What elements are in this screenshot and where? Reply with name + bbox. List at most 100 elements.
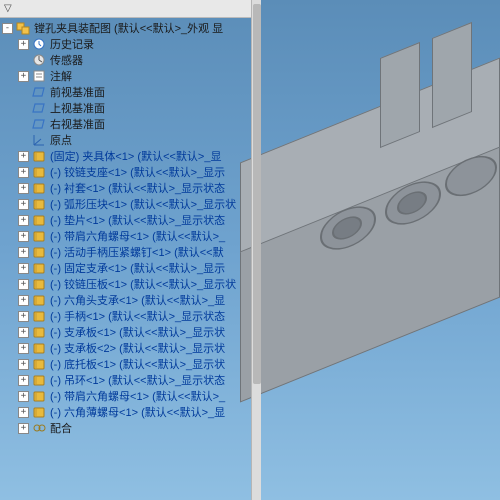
node-label: 配合 [50, 420, 72, 436]
node-label: 注解 [50, 68, 72, 84]
expander-icon[interactable]: + [18, 407, 29, 418]
part-icon [32, 181, 47, 195]
expander-icon[interactable]: + [18, 343, 29, 354]
part-icon [32, 245, 47, 259]
note-icon [32, 69, 47, 83]
part-item-11[interactable]: + (-) 支承板<1> (默认<<默认>_显示状 [0, 324, 255, 340]
sys-item-6[interactable]: 原点 [0, 132, 255, 148]
part-item-12[interactable]: + (-) 支承板<2> (默认<<默认>_显示状 [0, 340, 255, 356]
part-icon [32, 405, 47, 419]
mates-icon [32, 421, 47, 435]
mates-folder[interactable]: + 配合 [0, 420, 255, 436]
feature-tree[interactable]: ▽ -镗孔夹具装配图 (默认<<默认>_外观 显 + 历史记录传感器 + 注解前视基准面… [0, 0, 255, 500]
part-item-4[interactable]: + (-) 垫片<1> (默认<<默认>_显示状态 [0, 212, 255, 228]
part-icon [32, 373, 47, 387]
asm-icon [16, 21, 31, 35]
expander-icon[interactable]: + [18, 375, 29, 386]
part-icon [32, 357, 47, 371]
tree-filter-bar[interactable]: ▽ [0, 0, 255, 18]
expander-icon[interactable]: - [2, 23, 13, 34]
part-item-5[interactable]: + (-) 带肩六角螺母<1> (默认<<默认>_ [0, 228, 255, 244]
node-label: 右视基准面 [50, 116, 105, 132]
node-label: (固定) 夹具体<1> (默认<<默认>_显 [50, 148, 221, 164]
root-assembly[interactable]: -镗孔夹具装配图 (默认<<默认>_外观 显 [0, 20, 255, 36]
node-label: 原点 [50, 132, 72, 148]
part-icon [32, 293, 47, 307]
node-label: (-) 铰链支座<1> (默认<<默认>_显示 [50, 164, 225, 180]
part-item-14[interactable]: + (-) 吊环<1> (默认<<默认>_显示状态 [0, 372, 255, 388]
part-item-0[interactable]: + (固定) 夹具体<1> (默认<<默认>_显 [0, 148, 255, 164]
origin-icon [32, 133, 47, 147]
expander-icon[interactable]: + [18, 39, 29, 50]
expander-icon[interactable]: + [18, 199, 29, 210]
part-item-16[interactable]: +(-) 六角薄螺母<1> (默认<<默认>_显 [0, 404, 255, 420]
expander-icon[interactable]: + [18, 231, 29, 242]
tree-scrollbar[interactable] [251, 0, 261, 500]
part-icon [32, 213, 47, 227]
expander-icon[interactable]: + [18, 151, 29, 162]
node-label: (-) 支承板<2> (默认<<默认>_显示状 [50, 340, 225, 356]
part-item-1[interactable]: + (-) 铰链支座<1> (默认<<默认>_显示 [0, 164, 255, 180]
node-label: (-) 手柄<1> (默认<<默认>_显示状态 [50, 308, 225, 324]
part-item-10[interactable]: + (-) 手柄<1> (默认<<默认>_显示状态 [0, 308, 255, 324]
node-label: (-) 固定支承<1> (默认<<默认>_显示 [50, 260, 225, 276]
part-item-7[interactable]: + (-) 固定支承<1> (默认<<默认>_显示 [0, 260, 255, 276]
part-item-15[interactable]: + (-) 带肩六角螺母<1> (默认<<默认>_ [0, 388, 255, 404]
part-item-8[interactable]: + (-) 铰链压板<1> (默认<<默认>_显示状 [0, 276, 255, 292]
part-icon [32, 261, 47, 275]
node-label: (-) 弧形压块<1> (默认<<默认>_显示状 [50, 196, 236, 212]
expander-icon[interactable]: + [18, 263, 29, 274]
part-item-13[interactable]: + (-) 底托板<1> (默认<<默认>_显示状 [0, 356, 255, 372]
part-icon [32, 389, 47, 403]
part-icon [32, 325, 47, 339]
scroll-thumb[interactable] [253, 4, 261, 384]
node-label: (-) 衬套<1> (默认<<默认>_显示状态 [50, 180, 225, 196]
sys-item-2[interactable]: + 注解 [0, 68, 255, 84]
part-item-6[interactable]: + (-) 活动手柄压紧螺钉<1> (默认<<默 [0, 244, 255, 260]
expander-icon[interactable]: + [18, 247, 29, 258]
node-label: 上视基准面 [50, 100, 105, 116]
sys-item-4[interactable]: 上视基准面 [0, 100, 255, 116]
expander-icon[interactable]: + [18, 311, 29, 322]
part-icon [32, 229, 47, 243]
expander-icon[interactable]: + [18, 327, 29, 338]
expander-icon[interactable]: + [18, 183, 29, 194]
part-item-3[interactable]: + (-) 弧形压块<1> (默认<<默认>_显示状 [0, 196, 255, 212]
node-label: (-) 带肩六角螺母<1> (默认<<默认>_ [50, 228, 225, 244]
node-label: 历史记录 [50, 36, 94, 52]
part-icon [32, 165, 47, 179]
node-label: (-) 吊环<1> (默认<<默认>_显示状态 [50, 372, 225, 388]
plane-icon [32, 85, 47, 99]
expander-icon[interactable]: + [18, 279, 29, 290]
node-label: (-) 支承板<1> (默认<<默认>_显示状 [50, 324, 225, 340]
expander-icon[interactable]: + [18, 295, 29, 306]
node-label: (-) 活动手柄压紧螺钉<1> (默认<<默 [50, 244, 224, 260]
sys-item-0[interactable]: + 历史记录 [0, 36, 255, 52]
expander-icon[interactable]: + [18, 167, 29, 178]
node-label: (-) 带肩六角螺母<1> (默认<<默认>_ [50, 388, 225, 404]
expander-icon[interactable]: + [18, 359, 29, 370]
expander-icon[interactable]: + [18, 423, 29, 434]
expander-icon[interactable]: + [18, 215, 29, 226]
node-label: 传感器 [50, 52, 83, 68]
sys-item-1[interactable]: 传感器 [0, 52, 255, 68]
expander-icon[interactable]: + [18, 391, 29, 402]
part-item-2[interactable]: + (-) 衬套<1> (默认<<默认>_显示状态 [0, 180, 255, 196]
plane-icon [32, 101, 47, 115]
part-icon [32, 341, 47, 355]
filter-icon: ▽ [4, 3, 12, 14]
node-label: 前视基准面 [50, 84, 105, 100]
expander-icon[interactable]: + [18, 71, 29, 82]
part-icon [32, 309, 47, 323]
sys-item-5[interactable]: 右视基准面 [0, 116, 255, 132]
node-label: (-) 底托板<1> (默认<<默认>_显示状 [50, 356, 225, 372]
node-label: (-) 六角头支承<1> (默认<<默认>_显 [50, 292, 225, 308]
node-label: (-) 垫片<1> (默认<<默认>_显示状态 [50, 212, 225, 228]
part-item-9[interactable]: + (-) 六角头支承<1> (默认<<默认>_显 [0, 292, 255, 308]
node-label: (-) 铰链压板<1> (默认<<默认>_显示状 [50, 276, 236, 292]
part-icon [32, 149, 47, 163]
sys-item-3[interactable]: 前视基准面 [0, 84, 255, 100]
hist-icon [32, 37, 47, 51]
part-icon [32, 197, 47, 211]
part-icon [32, 277, 47, 291]
